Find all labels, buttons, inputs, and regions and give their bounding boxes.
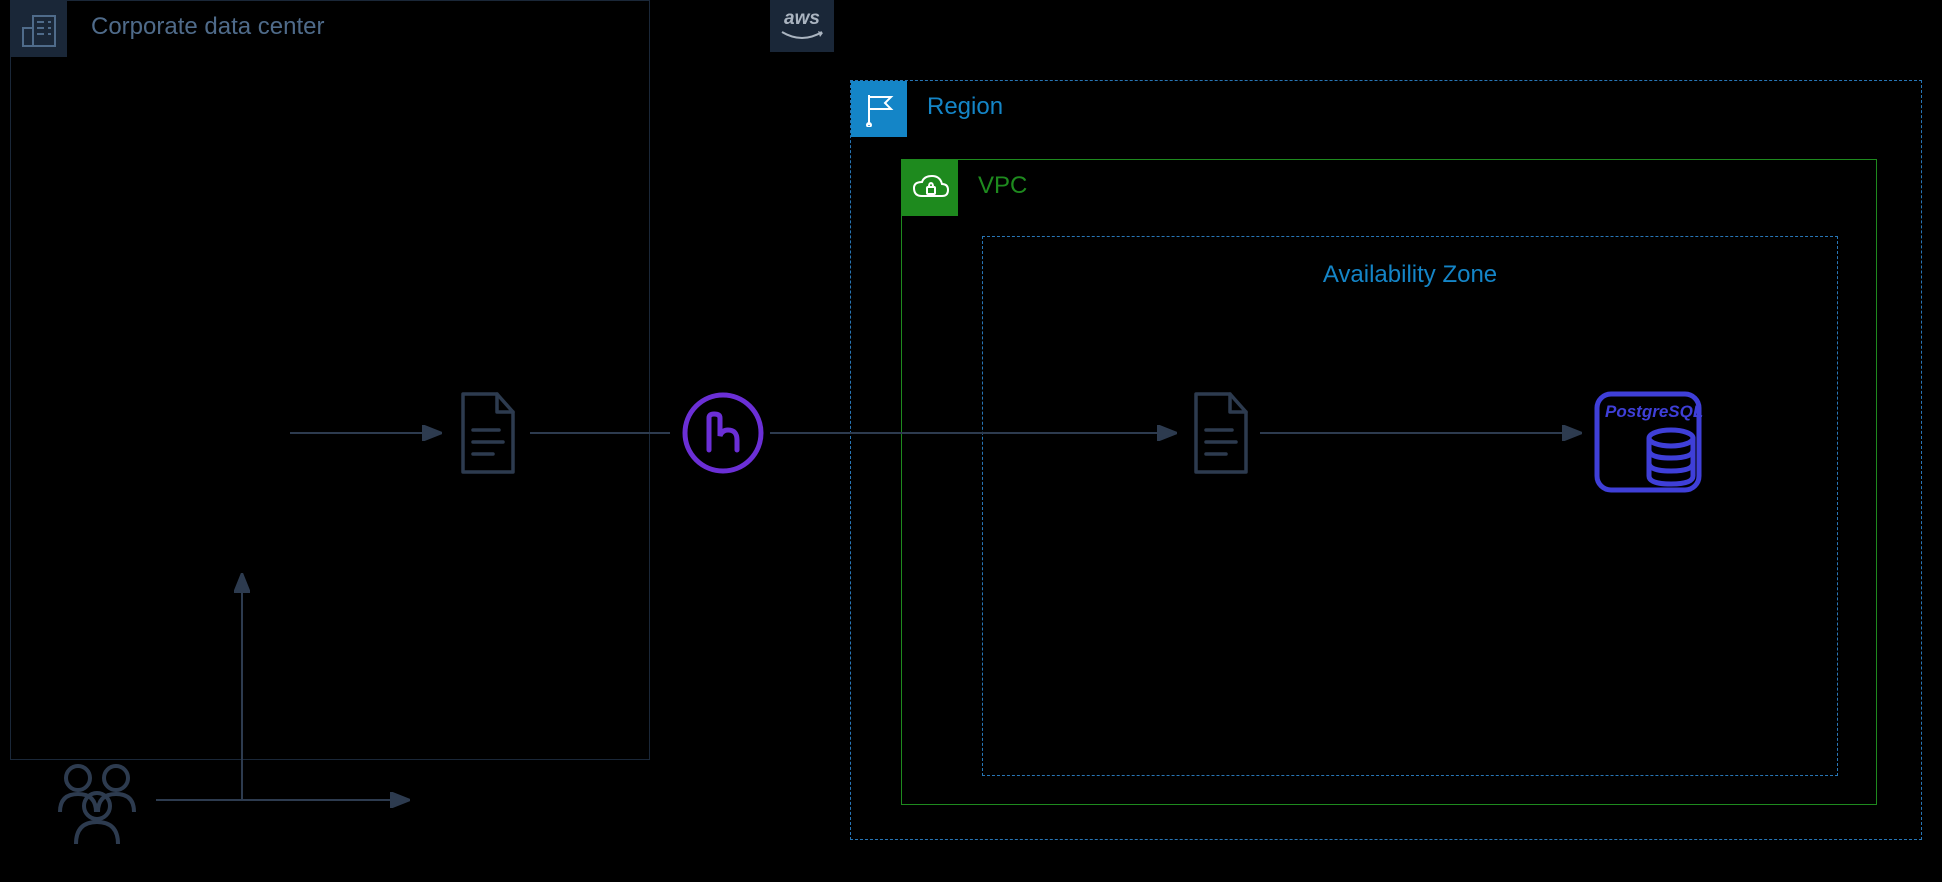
postgres-label: PostgreSQL (1605, 402, 1703, 421)
region-label: Region (927, 93, 1003, 121)
architecture-diagram: Corporate data center aws Region (0, 0, 1942, 882)
file-icon (1188, 390, 1254, 476)
building-icon (11, 1, 67, 57)
availability-zone-box: Availability Zone (982, 236, 1838, 776)
flag-icon (851, 81, 907, 137)
availability-zone-label: Availability Zone (983, 261, 1837, 289)
corporate-datacenter-label: Corporate data center (91, 13, 324, 41)
hex-n-icon (680, 390, 766, 476)
vpc-label: VPC (978, 172, 1027, 200)
users-icon (50, 762, 150, 846)
aws-logo-text: aws (784, 8, 820, 30)
vpc-box: VPC Availability Zone (901, 159, 1877, 805)
cloud-lock-icon (902, 160, 958, 216)
corporate-datacenter-box: Corporate data center (10, 0, 650, 760)
file-icon (455, 390, 521, 476)
postgres-icon: PostgreSQL (1593, 390, 1703, 494)
region-box: Region VPC Availability Zone (850, 80, 1922, 840)
aws-logo-icon: aws (770, 0, 834, 52)
